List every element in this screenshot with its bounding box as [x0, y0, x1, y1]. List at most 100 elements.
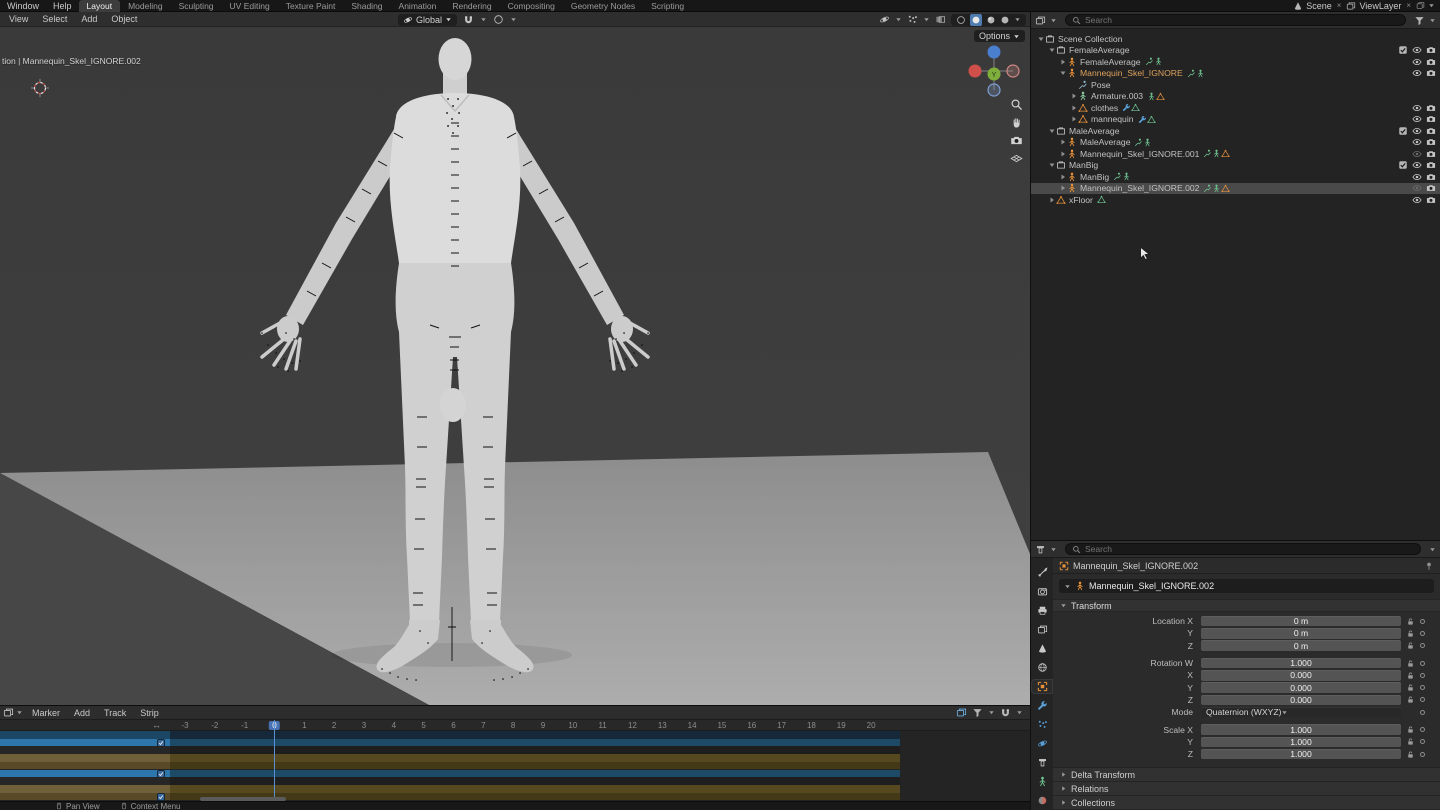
camera-toggle-icon[interactable]: [1426, 183, 1436, 193]
nla-track-strip[interactable]: [0, 754, 1030, 762]
value-field[interactable]: 0.000: [1201, 670, 1401, 681]
panel-delta-transform[interactable]: Delta Transform: [1053, 767, 1440, 781]
track-channel[interactable]: [0, 754, 170, 762]
disclosure-closed-icon[interactable]: [1059, 173, 1067, 181]
track-channel[interactable]: [0, 785, 170, 793]
animate-decorator-dot[interactable]: [1420, 710, 1425, 715]
check-toggle-icon[interactable]: [1398, 45, 1408, 55]
properties-tab-view-layer[interactable]: [1032, 623, 1052, 636]
track-strip-area[interactable]: [170, 762, 900, 770]
properties-search-input[interactable]: [1085, 544, 1414, 554]
animate-decorator-dot[interactable]: [1420, 752, 1425, 757]
nla-track-object[interactable]: [0, 770, 1030, 778]
nla-track-spacer[interactable]: [0, 746, 1030, 754]
track-channel[interactable]: [0, 777, 170, 785]
camera-toggle-icon[interactable]: [1426, 149, 1436, 159]
camera-toggle-icon[interactable]: [1426, 68, 1436, 78]
lock-icon-wrap[interactable]: [1406, 617, 1415, 626]
animate-decorator-dot[interactable]: [1420, 697, 1425, 702]
chevron-down-icon[interactable]: [1016, 709, 1023, 716]
lock-icon-wrap[interactable]: [1406, 671, 1415, 680]
shading-rendered-icon[interactable]: [1000, 15, 1010, 25]
track-strip-area[interactable]: [170, 785, 900, 793]
disclosure-open-icon[interactable]: [1048, 127, 1056, 135]
chevron-down-icon[interactable]: [988, 709, 995, 716]
properties-editor-type-icon[interactable]: [1035, 544, 1046, 555]
track-mute-checkbox[interactable]: [157, 793, 165, 801]
workspace-tab-compositing[interactable]: Compositing: [500, 0, 563, 12]
track-strip-area[interactable]: [170, 731, 900, 739]
outliner-row[interactable]: FemaleAverage: [1031, 56, 1440, 68]
outliner-row[interactable]: Mannequin_Skel_IGNORE: [1031, 68, 1440, 80]
nla-track-strip[interactable]: [0, 785, 1030, 793]
outliner-search[interactable]: [1065, 14, 1406, 26]
shading-solid-active[interactable]: [970, 14, 982, 26]
properties-tab-render[interactable]: [1032, 585, 1052, 598]
chevron-down-icon[interactable]: [1050, 17, 1057, 24]
track-strip-area[interactable]: [170, 754, 900, 762]
disclosure-closed-icon[interactable]: [1070, 92, 1078, 100]
disclosure-closed-icon[interactable]: [1059, 150, 1067, 158]
nla-track-strip[interactable]: [0, 793, 1030, 801]
pin-icon[interactable]: [1424, 561, 1434, 571]
gizmos-toggle-icon[interactable]: [879, 14, 890, 25]
track-strip-area[interactable]: [170, 739, 900, 747]
outliner-row[interactable]: ManBig: [1031, 160, 1440, 172]
shading-material-icon[interactable]: [986, 15, 996, 25]
lock-icon-wrap[interactable]: [1406, 750, 1415, 759]
value-field[interactable]: 0.000: [1201, 682, 1401, 693]
pan-hand-tool-icon[interactable]: [1010, 116, 1023, 129]
eye-toggle-icon[interactable]: [1412, 126, 1422, 136]
workspace-tab-texture-paint[interactable]: Texture Paint: [278, 0, 344, 12]
properties-search[interactable]: [1065, 543, 1421, 555]
proportional-dropdown-icon[interactable]: [510, 16, 517, 23]
nla-track-object[interactable]: [0, 731, 1030, 739]
eye-toggle-icon[interactable]: [1412, 114, 1422, 124]
xray-toggle-icon[interactable]: [935, 14, 946, 25]
workspace-tab-rendering[interactable]: Rendering: [444, 0, 499, 12]
lock-icon-wrap[interactable]: [1406, 695, 1415, 704]
disclosure-open-icon[interactable]: [1059, 69, 1067, 77]
gizmo-x-axis[interactable]: [1007, 65, 1019, 77]
outliner-row[interactable]: Pose: [1031, 79, 1440, 91]
viewport-canvas[interactable]: [0, 27, 1030, 705]
disclosure-open-icon[interactable]: [1048, 46, 1056, 54]
animate-decorator-dot[interactable]: [1420, 685, 1425, 690]
disclosure-closed-icon[interactable]: [1070, 104, 1078, 112]
topbar-menu-window[interactable]: Window: [0, 0, 46, 12]
navigation-gizmo[interactable]: Y: [959, 37, 1029, 107]
orthographic-toggle-icon[interactable]: [1010, 152, 1023, 165]
properties-tab-object[interactable]: [1032, 680, 1052, 693]
camera-toggle-icon[interactable]: [1426, 126, 1436, 136]
animate-decorator-dot[interactable]: [1420, 727, 1425, 732]
panel-collections[interactable]: Collections: [1053, 795, 1440, 809]
camera-toggle-icon[interactable]: [1426, 137, 1436, 147]
overlays-dropdown-icon[interactable]: [923, 16, 930, 23]
track-channel[interactable]: [0, 762, 170, 770]
viewlayer-selector[interactable]: ViewLayer: [1359, 1, 1401, 11]
overlays-toggle-icon[interactable]: [907, 14, 918, 25]
animate-decorator-dot[interactable]: [1420, 661, 1425, 666]
lock-icon-wrap[interactable]: [1406, 659, 1415, 668]
frame-range-fit-icon[interactable]: ↔: [152, 720, 161, 730]
viewport-menu-select[interactable]: Select: [35, 13, 74, 25]
outliner-search-input[interactable]: [1085, 15, 1399, 25]
outliner-row[interactable]: clothes: [1031, 102, 1440, 114]
value-field[interactable]: 0.000: [1201, 695, 1401, 706]
value-field[interactable]: 0 m: [1201, 628, 1401, 639]
lock-icon-wrap[interactable]: [1406, 641, 1415, 650]
viewport-menu-add[interactable]: Add: [74, 13, 104, 25]
animate-decorator-dot[interactable]: [1420, 631, 1425, 636]
workspace-tab-animation[interactable]: Animation: [391, 0, 445, 12]
workspace-tab-layout[interactable]: Layout: [79, 0, 121, 12]
object-name-field[interactable]: Mannequin_Skel_IGNORE.002: [1059, 579, 1434, 593]
rotation-mode-dropdown[interactable]: Quaternion (WXYZ): [1201, 707, 1401, 718]
outliner-row[interactable]: Mannequin_Skel_IGNORE.002: [1031, 183, 1440, 195]
workspace-tab-geometry-nodes[interactable]: Geometry Nodes: [563, 0, 643, 12]
track-strip-area[interactable]: [170, 777, 900, 785]
camera-toggle-icon[interactable]: [1426, 45, 1436, 55]
value-field[interactable]: 1.000: [1201, 724, 1401, 735]
track-channel[interactable]: [0, 731, 170, 739]
lock-icon-wrap[interactable]: [1406, 683, 1415, 692]
workspace-tab-uv-editing[interactable]: UV Editing: [222, 0, 278, 12]
